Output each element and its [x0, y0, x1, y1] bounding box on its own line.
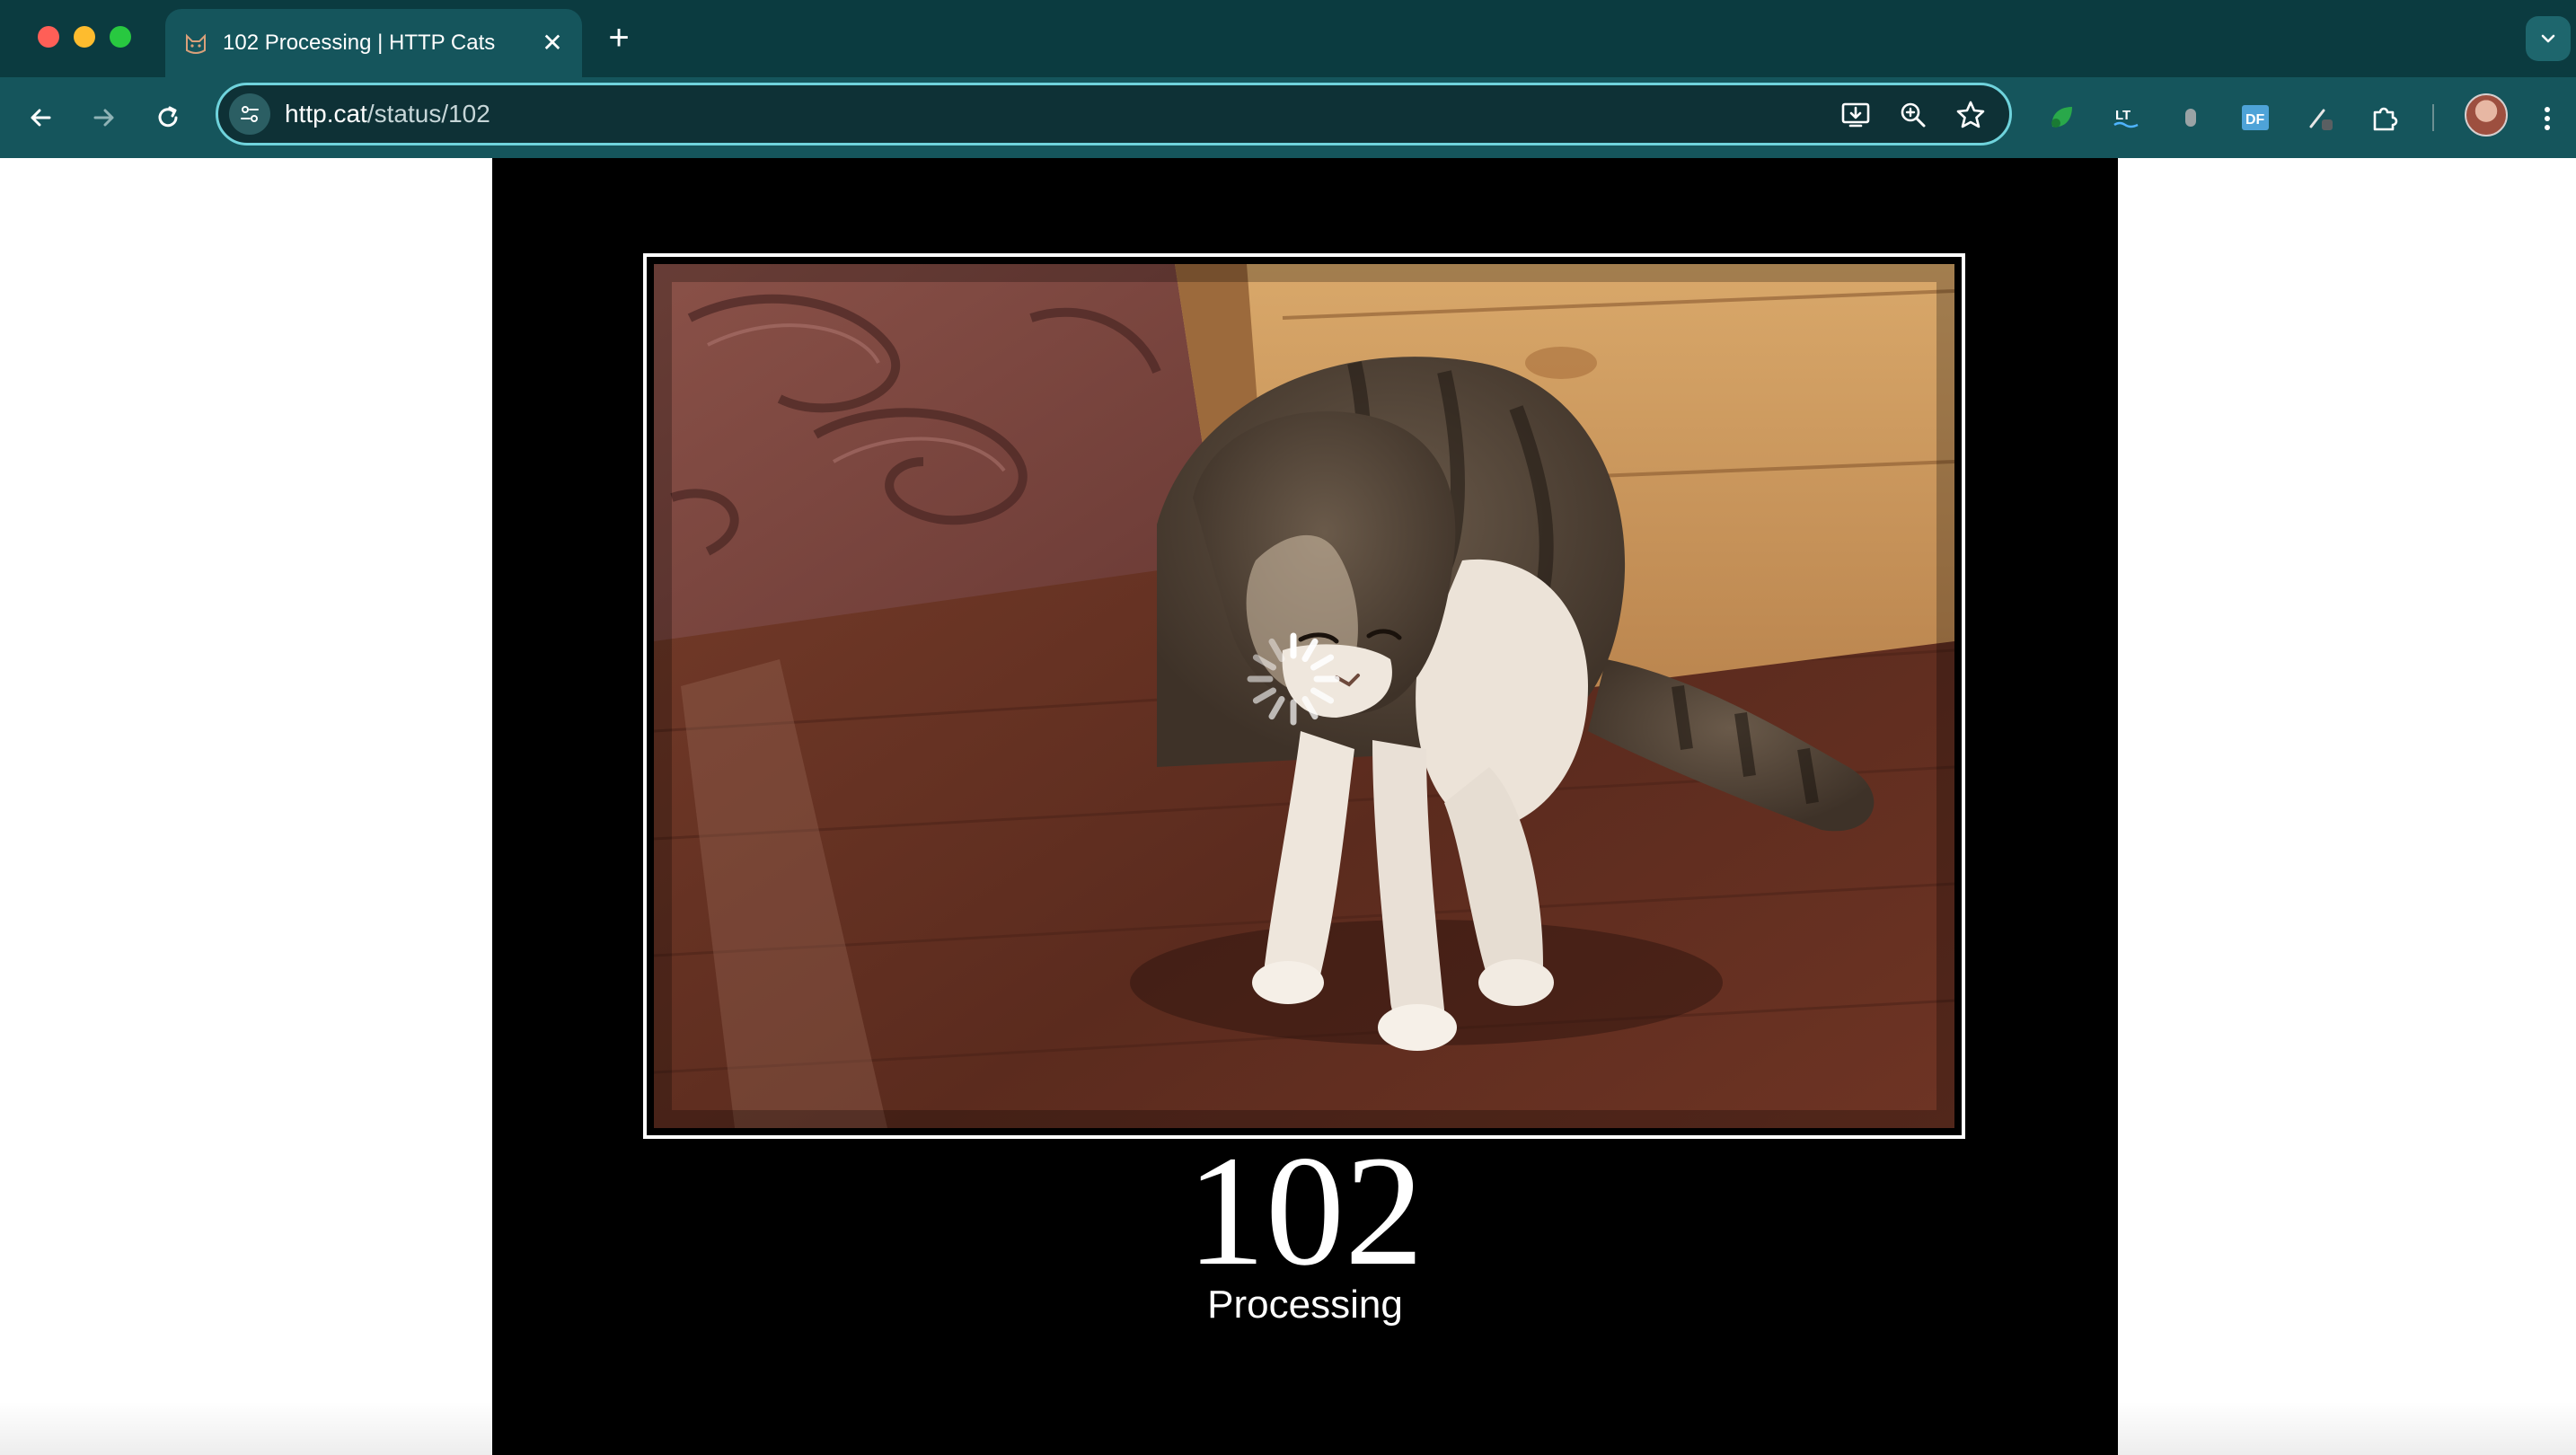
reload-button[interactable]: [147, 97, 189, 138]
cat-photo: [654, 264, 1954, 1128]
chevron-down-icon: [2541, 34, 2555, 43]
page-viewport: 102 Processing: [0, 158, 2576, 1455]
photo-frame: [643, 253, 1965, 1139]
zoom-icon[interactable]: [1896, 98, 1930, 132]
arrow-right-icon: [93, 109, 114, 127]
translate-extension-icon[interactable]: LT: [2105, 97, 2147, 138]
install-app-icon[interactable]: [1839, 98, 1873, 132]
plus-icon[interactable]: +: [600, 20, 638, 57]
svg-text:LT: LT: [2115, 108, 2130, 123]
forward-button[interactable]: [84, 97, 125, 138]
site-info-button[interactable]: [229, 93, 270, 135]
profile-avatar[interactable]: [2465, 93, 2508, 137]
window-close-button[interactable]: [38, 26, 59, 48]
window-minimize-button[interactable]: [74, 26, 95, 48]
df-extension-icon[interactable]: DF: [2235, 97, 2276, 138]
url-host: http.cat: [285, 100, 367, 128]
svg-text:DF: DF: [2245, 112, 2265, 128]
url-path: /status/102: [366, 100, 490, 128]
cat-icon: [183, 31, 208, 56]
arrow-left-icon: [31, 109, 51, 127]
tab-title: 102 Processing | HTTP Cats: [223, 31, 496, 55]
green-leaf-extension-icon[interactable]: [2041, 97, 2082, 138]
puzzle-icon[interactable]: [2364, 97, 2405, 138]
status-poster: 102 Processing: [492, 158, 2118, 1455]
bookmark-star-icon[interactable]: [1954, 98, 1988, 132]
url-text[interactable]: http.cat/status/102: [285, 85, 490, 143]
reload-icon: [158, 106, 178, 128]
close-icon[interactable]: ✕: [539, 30, 566, 57]
window-maximize-button[interactable]: [110, 26, 131, 48]
browser-toolbar: http.cat/status/102 LT DF: [0, 77, 2576, 158]
status-code: 102: [1187, 1124, 1424, 1299]
mouse-extension-icon[interactable]: [2170, 97, 2211, 138]
back-button[interactable]: [20, 97, 61, 138]
kebab-menu-icon[interactable]: [2533, 99, 2562, 138]
tab-search-button[interactable]: [2526, 16, 2571, 61]
tune-icon: [241, 106, 259, 122]
tab-strip: 102 Processing | HTTP Cats ✕ +: [0, 0, 2576, 77]
status-text: Processing: [1207, 1283, 1403, 1327]
address-bar[interactable]: http.cat/status/102: [216, 83, 2012, 146]
browser-tab[interactable]: 102 Processing | HTTP Cats ✕: [165, 9, 582, 77]
eyedropper-extension-icon[interactable]: [2299, 97, 2341, 138]
loading-spinner-icon: [1247, 632, 1340, 726]
toolbar-divider: [2432, 104, 2434, 131]
